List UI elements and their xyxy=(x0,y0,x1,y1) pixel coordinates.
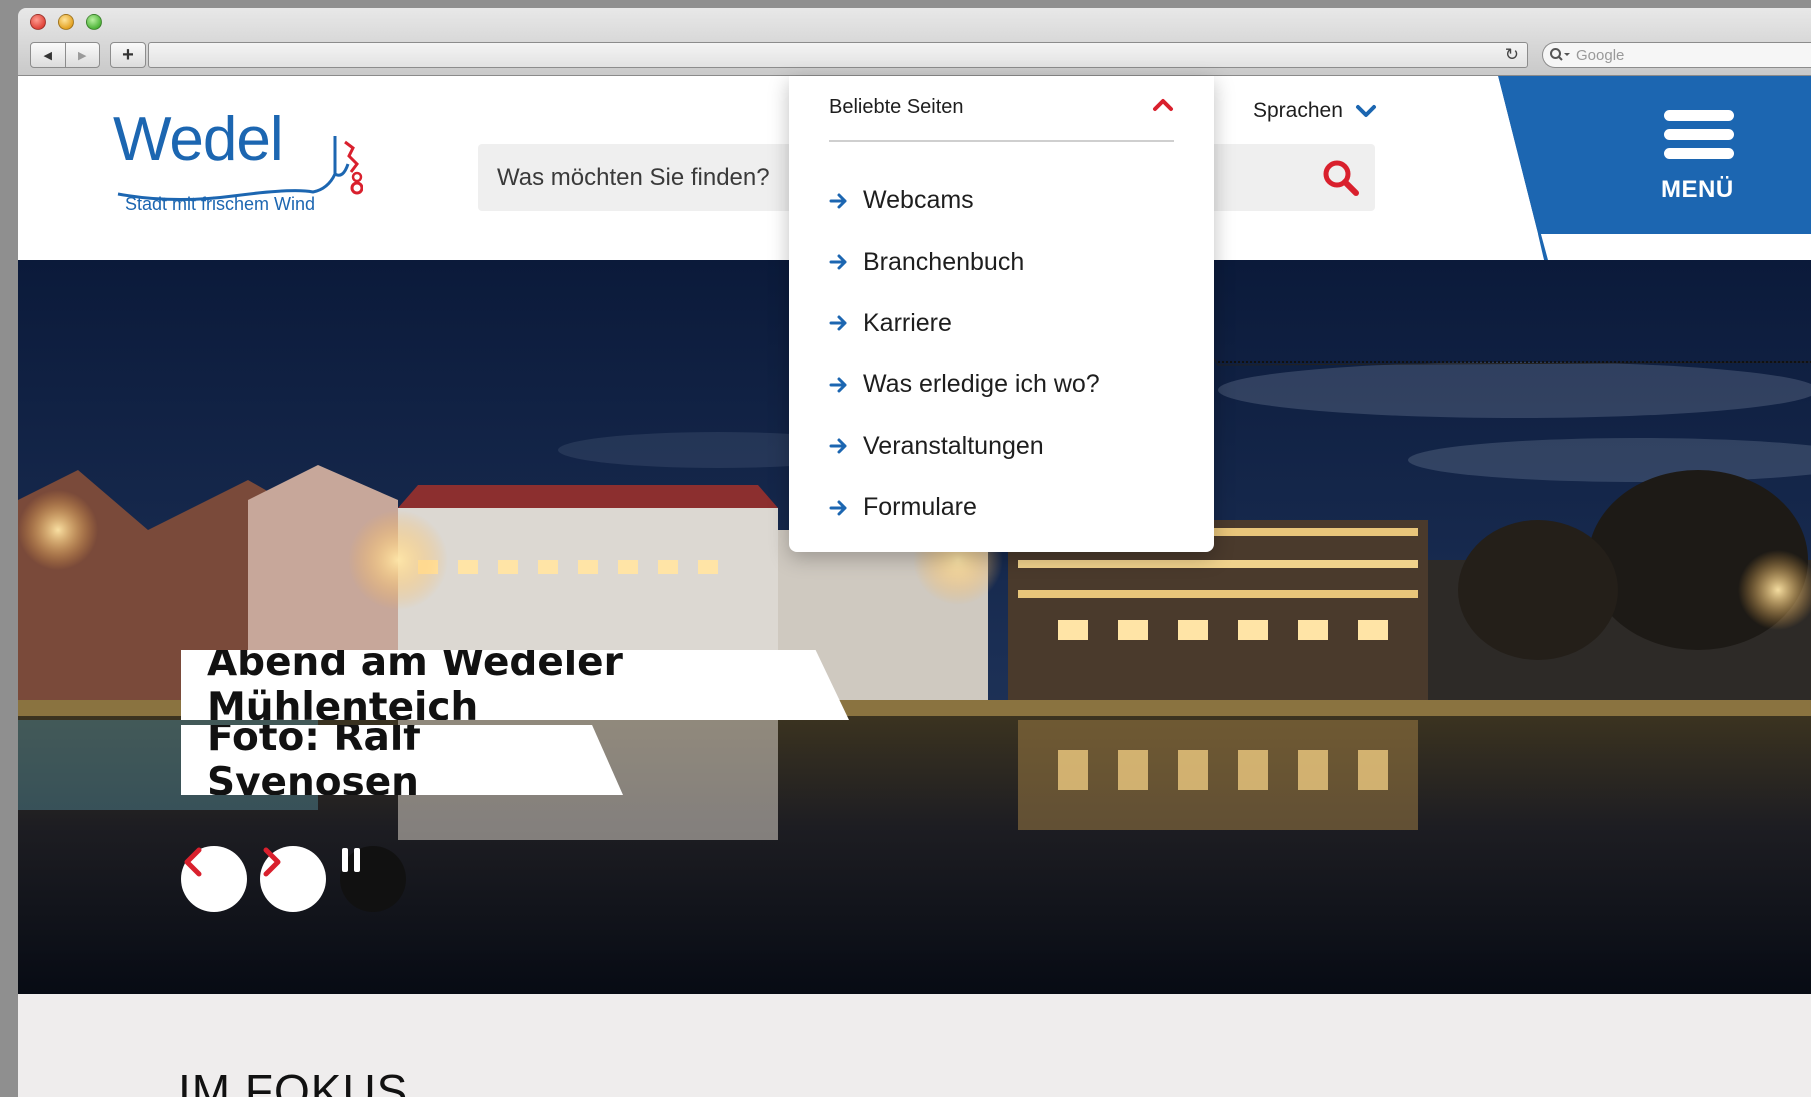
languages-dropdown[interactable]: Sprachen xyxy=(1253,96,1377,126)
section-heading: IM FOKUS xyxy=(178,1065,409,1097)
slider-prev-button[interactable] xyxy=(181,846,247,912)
arrow-right-icon xyxy=(829,193,847,209)
popular-pages-dropdown: Beliebte Seiten Webcams Branchenbuch Kar… xyxy=(789,76,1214,552)
popular-link-was-erledige-ich-wo[interactable]: Was erledige ich wo? xyxy=(829,354,1100,415)
window-zoom-button[interactable] xyxy=(86,14,102,30)
new-tab-button[interactable]: + xyxy=(110,42,146,68)
menu-label: MENÜ xyxy=(1661,176,1734,203)
search-icon xyxy=(1550,48,1570,61)
arrow-right-icon xyxy=(829,254,847,270)
popular-pages-list: Webcams Branchenbuch Karriere Was erledi… xyxy=(829,170,1100,538)
popular-link-webcams[interactable]: Webcams xyxy=(829,170,1100,231)
address-bar[interactable]: ↻ xyxy=(148,42,1528,68)
menu-background xyxy=(1498,76,1811,260)
popular-link-label: Karriere xyxy=(863,308,952,337)
arrow-right-icon xyxy=(829,438,847,454)
chevron-left-icon xyxy=(184,847,202,877)
arrow-right-icon xyxy=(829,500,847,516)
search-icon[interactable] xyxy=(1321,158,1361,198)
popular-link-label: Formulare xyxy=(863,493,977,522)
reload-icon[interactable]: ↻ xyxy=(1505,45,1519,65)
window-minimize-button[interactable] xyxy=(58,14,74,30)
languages-label: Sprachen xyxy=(1253,99,1343,122)
main-menu-button[interactable]: MENÜ xyxy=(1498,76,1811,260)
popular-pages-title: Beliebte Seiten xyxy=(829,96,964,118)
chevron-right-icon xyxy=(263,847,281,877)
decorative-zigzag-line xyxy=(1178,358,1811,366)
history-nav: ◀ ▶ xyxy=(30,42,100,68)
popular-link-veranstaltungen[interactable]: Veranstaltungen xyxy=(829,416,1100,477)
pause-icon xyxy=(342,848,360,872)
logo-tagline: Stadt mit frischem Wind xyxy=(125,194,316,214)
slide-caption-title: Abend am Wedeler Mühlenteich xyxy=(181,650,849,720)
hamburger-icon xyxy=(1664,110,1734,167)
arrow-right-icon xyxy=(829,377,847,393)
browser-toolbar: ◀ ▶ + ↻ Google xyxy=(18,8,1811,76)
window-close-button[interactable] xyxy=(30,14,46,30)
chevron-up-icon xyxy=(1153,99,1173,111)
popular-link-karriere[interactable]: Karriere xyxy=(829,293,1100,354)
popular-link-label: Branchenbuch xyxy=(863,247,1025,276)
slide-caption-credit: Foto: Ralf Svenosen xyxy=(181,725,623,795)
search-input[interactable] xyxy=(478,144,808,211)
popular-pages-toggle[interactable]: Beliebte Seiten xyxy=(829,96,1174,142)
slider-next-button[interactable] xyxy=(260,846,326,912)
popular-link-branchenbuch[interactable]: Branchenbuch xyxy=(829,231,1100,292)
browser-search-field[interactable]: Google xyxy=(1542,42,1811,68)
site-logo[interactable]: Wedel Stadt mit frischem Wind xyxy=(113,104,363,214)
popular-link-formulare[interactable]: Formulare xyxy=(829,477,1100,538)
slider-pause-button[interactable] xyxy=(340,846,406,912)
forward-button[interactable]: ▶ xyxy=(64,43,100,67)
arrow-right-icon xyxy=(829,315,847,331)
chevron-down-icon xyxy=(1355,105,1376,117)
back-button[interactable]: ◀ xyxy=(31,43,65,67)
popular-link-label: Webcams xyxy=(863,186,974,215)
browser-search-placeholder: Google xyxy=(1576,46,1625,64)
popular-link-label: Veranstaltungen xyxy=(863,431,1044,460)
popular-link-label: Was erledige ich wo? xyxy=(863,370,1100,399)
